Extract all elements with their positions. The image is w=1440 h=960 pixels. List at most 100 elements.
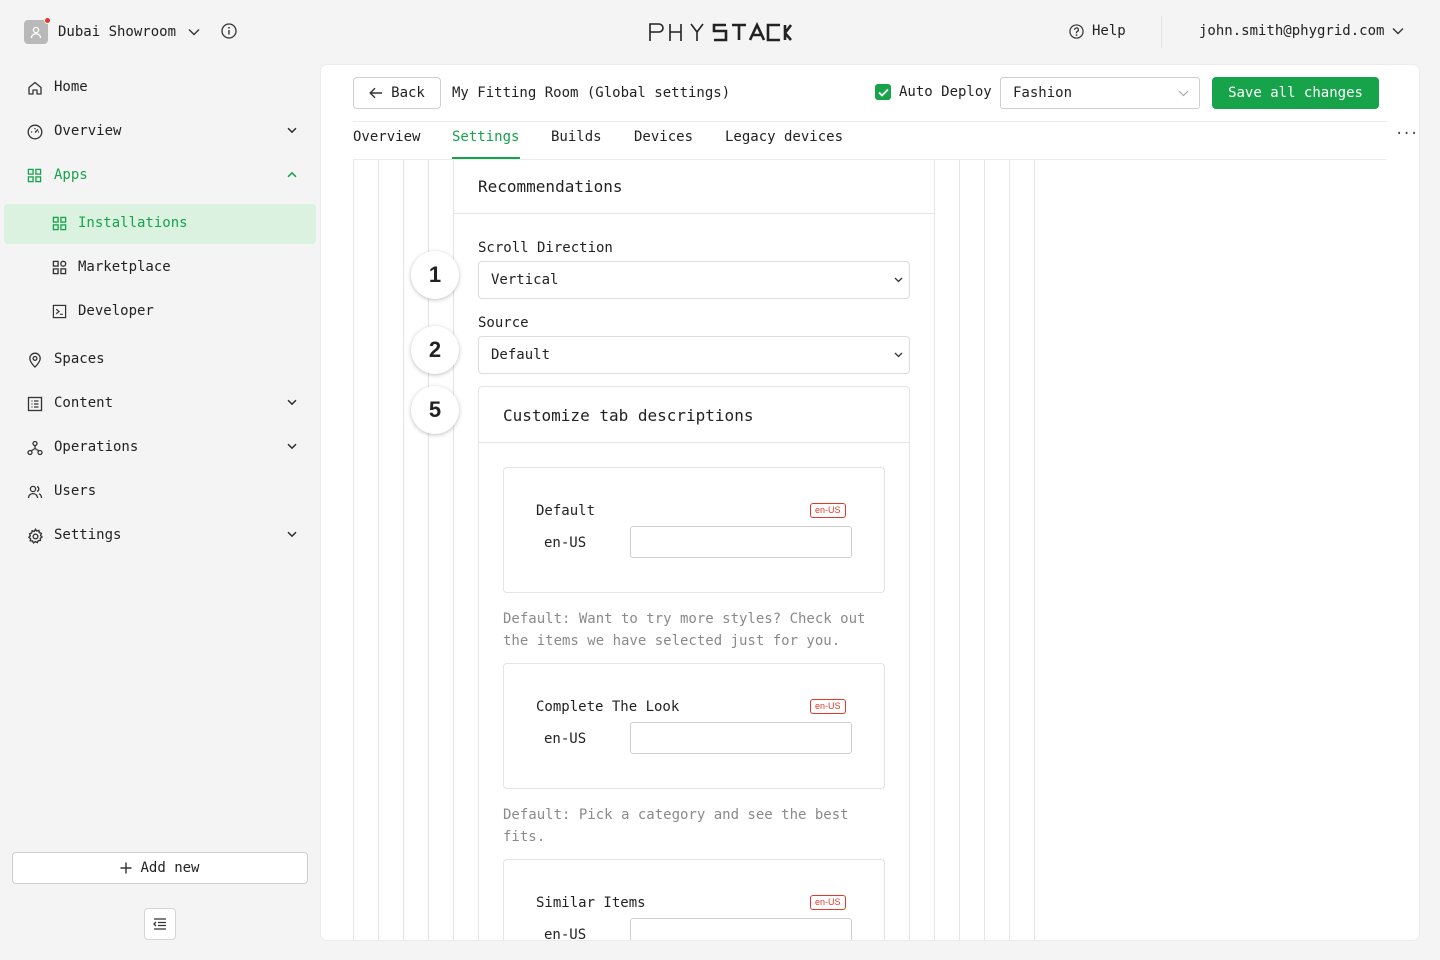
chevron-down-icon	[1392, 28, 1404, 35]
tab-builds[interactable]: Builds	[551, 129, 602, 145]
nesting-guide	[1034, 160, 1035, 940]
org-avatar	[24, 17, 51, 44]
sidebar-item-overview[interactable]: Overview	[0, 112, 320, 152]
locale-label: en-US	[544, 927, 587, 940]
sidebar-item-label: Operations	[54, 439, 139, 455]
nesting-guide	[1009, 160, 1010, 940]
home-icon	[28, 81, 42, 95]
collapse-sidebar-button[interactable]	[144, 908, 176, 940]
user-menu[interactable]: john.smith@phygrid.com	[1199, 23, 1404, 39]
chevron-down-icon	[188, 29, 200, 36]
back-button[interactable]: Back	[353, 77, 441, 109]
auto-deploy-toggle[interactable]: Auto Deploy	[875, 84, 992, 100]
source-select[interactable]: Default	[478, 336, 910, 374]
sidebar-item-operations[interactable]: Operations	[0, 428, 320, 468]
sidebar-item-installations[interactable]: Installations	[4, 204, 316, 244]
source-value: Default	[491, 347, 551, 363]
default-help-text: Default: Want to try more styles? Check …	[503, 611, 866, 649]
arrow-left-icon	[369, 87, 383, 99]
help-label: Help	[1092, 23, 1126, 39]
source-label: Source	[478, 315, 529, 331]
localized-text-input[interactable]	[630, 526, 852, 558]
localized-field-name: Complete The Look	[536, 699, 680, 715]
add-new-button[interactable]: Add new	[12, 852, 308, 884]
main-panel: Back My Fitting Room (Global settings) A…	[321, 65, 1419, 940]
auto-deploy-checkbox[interactable]	[875, 84, 891, 100]
sidebar-item-label: Spaces	[54, 351, 105, 367]
tab-descriptions-header: Customize tab descriptions	[479, 387, 909, 443]
check-icon	[877, 88, 889, 97]
scroll-direction-select[interactable]: Vertical	[478, 261, 910, 299]
localized-text-input[interactable]	[630, 918, 852, 940]
tab-descriptions-card: Customize tab descriptions Default en-US…	[478, 386, 910, 940]
sidebar-item-label: Content	[54, 395, 114, 411]
users-icon	[27, 485, 43, 499]
sidebar-item-users[interactable]: Users	[0, 472, 320, 512]
sidebar-item-spaces[interactable]: Spaces	[0, 340, 320, 380]
add-new-label: Add new	[140, 860, 200, 876]
default-help-text: Default: Pick a category and see the bes…	[503, 807, 849, 845]
sidebar-item-label: Users	[54, 483, 97, 499]
location-pin-icon	[29, 352, 41, 368]
locale-label: en-US	[544, 535, 587, 551]
help-circle-icon	[1069, 23, 1084, 39]
sidebar-item-home[interactable]: Home	[0, 68, 320, 108]
recommendations-title: Recommendations	[478, 177, 623, 196]
localized-field-card: Complete The Look en-US en-US	[503, 663, 885, 789]
sidebar-item-label: Marketplace	[78, 259, 171, 275]
localized-field-card: Default en-US en-US	[503, 467, 885, 593]
chevron-down-icon	[1178, 90, 1189, 97]
settings-content[interactable]: Recommendations Scroll Direction Vertica…	[321, 160, 1419, 940]
sidebar-item-content[interactable]: Content	[0, 384, 320, 424]
org-switcher[interactable]: Dubai Showroom	[24, 17, 200, 44]
save-all-changes-button[interactable]: Save all changes	[1212, 77, 1379, 109]
nesting-guide	[984, 160, 985, 940]
more-options-button[interactable]: ···	[1395, 126, 1418, 142]
topbar-divider	[1161, 16, 1162, 48]
chevron-down-icon	[287, 399, 297, 406]
operations-icon	[27, 440, 43, 456]
page-title: My Fitting Room (Global settings)	[452, 85, 731, 101]
chevron-down-icon	[287, 443, 297, 450]
gear-icon	[27, 528, 43, 544]
tab-overview[interactable]: Overview	[353, 129, 420, 145]
step-number-badge: 5	[411, 386, 459, 434]
nesting-guide	[378, 160, 379, 940]
sidebar-item-label: Overview	[54, 123, 122, 139]
tab-legacy-devices[interactable]: Legacy devices	[725, 129, 843, 145]
org-name: Dubai Showroom	[58, 24, 177, 40]
top-bar: Dubai Showroom Help john.smith@phygrid.c…	[0, 0, 1440, 64]
nesting-guide	[959, 160, 960, 940]
locale-badge: en-US	[810, 503, 846, 518]
chevron-down-icon	[287, 531, 297, 538]
gauge-icon	[27, 124, 43, 140]
chevron-down-icon	[894, 352, 903, 358]
chevron-down-icon	[894, 277, 903, 283]
notification-dot	[44, 17, 51, 24]
auto-deploy-label: Auto Deploy	[899, 84, 992, 100]
sidebar-item-apps[interactable]: Apps	[0, 156, 320, 196]
nesting-guide	[353, 160, 354, 940]
sidebar-item-label: Settings	[54, 527, 122, 543]
user-icon	[30, 26, 42, 39]
chevron-up-icon	[287, 171, 297, 178]
sidebar-item-settings[interactable]: Settings	[0, 516, 320, 556]
chevron-down-icon	[287, 127, 297, 134]
info-icon[interactable]	[221, 23, 237, 39]
help-link[interactable]: Help	[1069, 23, 1126, 39]
recommendations-card: Recommendations Scroll Direction Vertica…	[453, 160, 935, 940]
collapse-menu-icon	[153, 918, 166, 930]
profile-select[interactable]: Fashion	[1000, 77, 1200, 109]
tab-settings[interactable]: Settings	[452, 129, 519, 145]
tab-devices[interactable]: Devices	[634, 129, 693, 145]
scroll-direction-label: Scroll Direction	[478, 240, 613, 256]
sidebar-item-developer[interactable]: Developer	[0, 292, 320, 332]
tab-descriptions-title: Customize tab descriptions	[503, 406, 754, 425]
localized-field-name: Default	[536, 503, 596, 519]
localized-text-input[interactable]	[630, 722, 852, 754]
sidebar-item-label: Home	[54, 79, 88, 95]
content-icon	[27, 396, 43, 412]
scroll-direction-value: Vertical	[491, 272, 559, 288]
localized-field-name: Similar Items	[536, 895, 646, 911]
sidebar-item-marketplace[interactable]: Marketplace	[0, 248, 320, 288]
